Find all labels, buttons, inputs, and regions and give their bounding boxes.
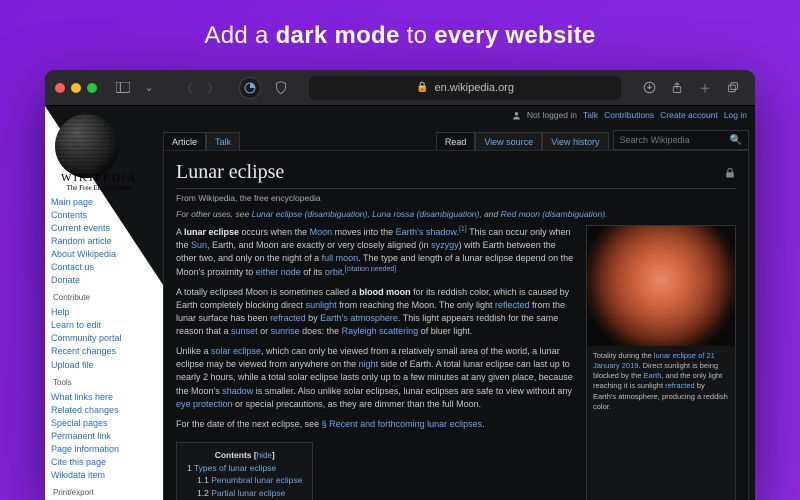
- browser-window: ⌄ 〈 〉 🔒 en.wikipedia.org: [45, 70, 755, 500]
- sidebar-contribute-link-3[interactable]: Recent changes: [51, 345, 157, 358]
- toc-hide-link[interactable]: hide: [257, 451, 272, 460]
- from-wikipedia-label: From Wikipedia, the free encyclopedia: [176, 193, 736, 203]
- eclipse-moon-image[interactable]: [587, 226, 735, 346]
- sidebar-menu-chevron[interactable]: ⌄: [137, 77, 161, 99]
- globe-icon: [55, 114, 119, 178]
- tab-view-source[interactable]: View source: [475, 132, 542, 150]
- privacy-report-button[interactable]: [269, 77, 293, 99]
- tagline: The Free Encyclopedia: [49, 184, 149, 192]
- article: Lunar eclipse From Wikipedia, the free e…: [163, 150, 749, 500]
- nav-back-button[interactable]: 〈: [175, 77, 199, 99]
- tabs-overview-button[interactable]: [721, 77, 745, 99]
- page-title: Lunar eclipse: [176, 161, 284, 184]
- article-body: A lunar eclipse occurs when the Moon mov…: [176, 225, 576, 500]
- lock-icon: 🔒: [416, 82, 428, 93]
- semi-protection-lock-icon: [724, 167, 736, 179]
- user-talk-link[interactable]: Talk: [583, 110, 598, 120]
- url-host: en.wikipedia.org: [434, 82, 514, 94]
- sidebar-nav-link-1[interactable]: Contents: [51, 209, 157, 222]
- sidebar-heading-tools: Tools: [53, 378, 157, 387]
- wikipedia-logo[interactable]: WIKIPEDIA The Free Encyclopedia: [51, 114, 151, 192]
- titlebar: ⌄ 〈 〉 🔒 en.wikipedia.org: [45, 70, 755, 106]
- user-icon: [512, 111, 521, 120]
- not-logged-in-label: Not logged in: [527, 110, 577, 120]
- sidebar-nav-link-2[interactable]: Current events: [51, 222, 157, 235]
- downloads-button[interactable]: [637, 77, 661, 99]
- contributions-link[interactable]: Contributions: [604, 110, 654, 120]
- promo-headline: Add a dark mode to every website: [0, 0, 800, 50]
- search-icon[interactable]: 🔍: [724, 135, 748, 146]
- tab-article[interactable]: Article: [163, 132, 206, 150]
- sidebar-tools-link-2[interactable]: Special pages: [51, 417, 157, 430]
- search-box: 🔍: [613, 130, 749, 150]
- close-window-button[interactable]: [55, 83, 65, 93]
- new-tab-button[interactable]: ＋: [693, 77, 717, 99]
- tab-view-history[interactable]: View history: [542, 132, 608, 150]
- sidebar-tools-link-5[interactable]: Cite this page: [51, 456, 157, 469]
- sidebar-tools-link-0[interactable]: What links here: [51, 391, 157, 404]
- zoom-window-button[interactable]: [87, 83, 97, 93]
- sidebar-nav-link-3[interactable]: Random article: [51, 235, 157, 248]
- sidebar-nav-link-4[interactable]: About Wikipedia: [51, 248, 157, 261]
- infobox: Totality during the lunar eclipse of 21 …: [586, 225, 736, 500]
- nav-forward-button[interactable]: 〉: [201, 77, 225, 99]
- sidebar-contribute-link-4[interactable]: Upload file: [51, 359, 157, 372]
- wordmark: WIKIPEDIA: [49, 172, 149, 184]
- create-account-link[interactable]: Create account: [660, 110, 718, 120]
- search-input[interactable]: [614, 135, 724, 145]
- sidebar-tools-link-3[interactable]: Permanent link: [51, 430, 157, 443]
- tab-read[interactable]: Read: [436, 132, 476, 150]
- sidebar-tools-link-6[interactable]: Wikidata item: [51, 469, 157, 482]
- sidebar-nav-link-5[interactable]: Contact us: [51, 261, 157, 274]
- user-links: Not logged in Talk Contributions Create …: [512, 110, 747, 120]
- tab-talk[interactable]: Talk: [206, 132, 240, 150]
- minimize-window-button[interactable]: [71, 83, 81, 93]
- image-caption: Totality during the lunar eclipse of 21 …: [587, 346, 735, 417]
- hatnote: For other uses, see Lunar eclipse (disam…: [176, 209, 736, 219]
- sidebar-contribute-link-0[interactable]: Help: [51, 306, 157, 319]
- sidebar-tools-link-4[interactable]: Page information: [51, 443, 157, 456]
- extension-toggle-button[interactable]: [239, 77, 261, 99]
- sidebar-tools-link-1[interactable]: Related changes: [51, 404, 157, 417]
- sidebar-nav-link-6[interactable]: Donate: [51, 274, 157, 287]
- sidebar: WIKIPEDIA The Free Encyclopedia Main pag…: [45, 106, 157, 500]
- sidebar-contribute-link-1[interactable]: Learn to edit: [51, 319, 157, 332]
- sidebar-heading-contribute: Contribute: [53, 293, 157, 302]
- page-content: Not logged in Talk Contributions Create …: [45, 106, 755, 500]
- share-button[interactable]: [665, 77, 689, 99]
- sidebar-contribute-link-2[interactable]: Community portal: [51, 332, 157, 345]
- sidebar-nav-link-0[interactable]: Main page: [51, 196, 157, 209]
- sidebar-toggle-button[interactable]: [111, 77, 135, 99]
- login-link[interactable]: Log in: [724, 110, 747, 120]
- sidebar-heading-print: Print/export: [53, 488, 157, 497]
- table-of-contents: Contents [hide] 1 Types of lunar eclipse…: [176, 442, 313, 500]
- address-bar[interactable]: 🔒 en.wikipedia.org: [309, 76, 621, 100]
